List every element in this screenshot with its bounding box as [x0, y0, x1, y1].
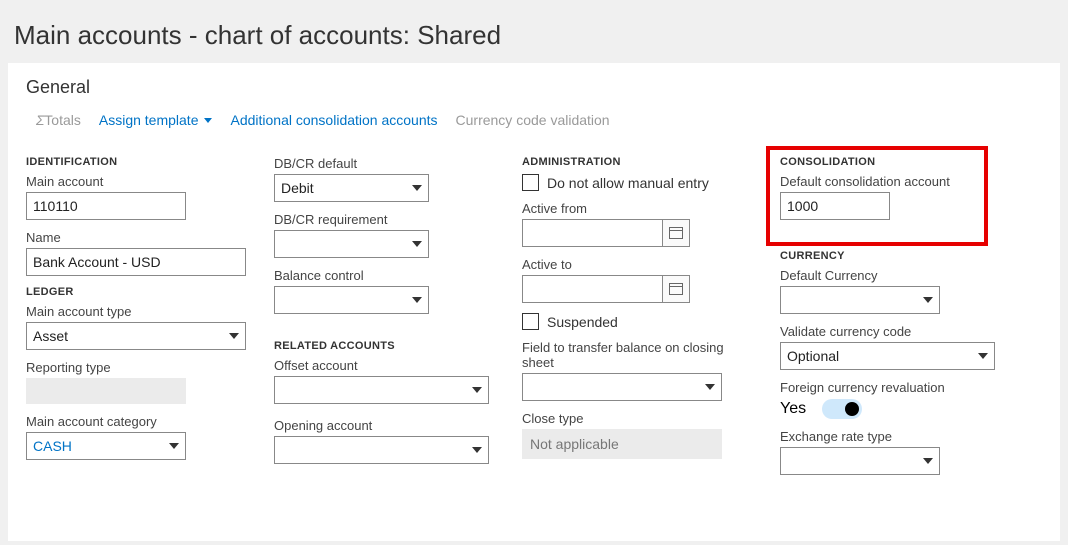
calendar-icon: [669, 227, 683, 239]
balance-control-select[interactable]: [274, 286, 429, 314]
suspended-label: Suspended: [547, 314, 618, 330]
chevron-down-icon: [169, 443, 179, 449]
foreign-currency-toggle[interactable]: [822, 399, 862, 419]
chevron-down-icon: [412, 185, 422, 191]
toggle-knob-icon: [845, 402, 859, 416]
dbcr-requirement-label: DB/CR requirement: [274, 212, 494, 227]
main-account-category-select[interactable]: CASH: [26, 432, 186, 460]
validate-currency-value: Optional: [787, 348, 972, 364]
reporting-type-label: Reporting type: [26, 360, 246, 375]
main-account-label: Main account: [26, 174, 246, 189]
balance-control-label: Balance control: [274, 268, 494, 283]
additional-consolidation-button[interactable]: Additional consolidation accounts: [230, 112, 437, 128]
chevron-down-icon: [472, 447, 482, 453]
validate-currency-select[interactable]: Optional: [780, 342, 995, 370]
default-currency-label: Default Currency: [780, 268, 1010, 283]
offset-account-select[interactable]: [274, 376, 489, 404]
assign-template-button[interactable]: Assign template: [99, 112, 213, 128]
active-to-input[interactable]: [522, 275, 662, 303]
currency-code-validation-button[interactable]: Currency code validation: [456, 112, 610, 128]
default-consolidation-label: Default consolidation account: [780, 174, 1010, 189]
active-to-calendar-button[interactable]: [662, 275, 690, 303]
close-type-label: Close type: [522, 411, 752, 426]
chevron-down-icon: [923, 458, 933, 464]
dbcr-default-label: DB/CR default: [274, 156, 494, 171]
dbcr-requirement-select[interactable]: [274, 230, 429, 258]
panel-title: General: [26, 77, 1042, 98]
reporting-type-readonly: [26, 378, 186, 404]
main-account-type-value: Asset: [33, 328, 223, 344]
dbcr-default-select[interactable]: Debit: [274, 174, 429, 202]
toolbar: Σ Totals Assign template Additional cons…: [26, 112, 1042, 128]
main-account-type-label: Main account type: [26, 304, 246, 319]
main-account-type-select[interactable]: Asset: [26, 322, 246, 350]
calendar-icon: [669, 283, 683, 295]
consolidation-heading: CONSOLIDATION: [780, 156, 1010, 168]
do-not-allow-label: Do not allow manual entry: [547, 175, 709, 191]
chevron-down-icon: [412, 297, 422, 303]
related-accounts-heading: RELATED ACCOUNTS: [274, 340, 494, 352]
main-account-category-label: Main account category: [26, 414, 246, 429]
chevron-down-icon: [705, 384, 715, 390]
name-input[interactable]: [26, 248, 246, 276]
active-to-label: Active to: [522, 257, 752, 272]
chevron-down-icon: [978, 353, 988, 359]
exchange-rate-type-label: Exchange rate type: [780, 429, 1010, 444]
active-from-input[interactable]: [522, 219, 662, 247]
offset-account-label: Offset account: [274, 358, 494, 373]
sigma-icon: Σ: [36, 112, 44, 128]
main-account-category-value: CASH: [33, 438, 163, 454]
close-type-display: Not applicable: [522, 429, 722, 459]
chevron-down-icon: [204, 118, 212, 123]
currency-heading: CURRENCY: [780, 250, 1010, 262]
default-consolidation-input[interactable]: [780, 192, 890, 220]
name-label: Name: [26, 230, 246, 245]
general-panel: General Σ Totals Assign template Additio…: [8, 63, 1060, 541]
validate-currency-label: Validate currency code: [780, 324, 1010, 339]
page-title: Main accounts - chart of accounts: Share…: [0, 0, 1068, 63]
active-from-label: Active from: [522, 201, 752, 216]
totals-button[interactable]: Σ Totals: [36, 112, 81, 128]
opening-account-select[interactable]: [274, 436, 489, 464]
field-transfer-select[interactable]: [522, 373, 722, 401]
identification-heading: IDENTIFICATION: [26, 156, 246, 168]
foreign-currency-value: Yes: [780, 400, 806, 418]
totals-label: Totals: [44, 112, 81, 128]
foreign-currency-label: Foreign currency revaluation: [780, 380, 1010, 395]
exchange-rate-type-select[interactable]: [780, 447, 940, 475]
do-not-allow-checkbox[interactable]: [522, 174, 539, 191]
chevron-down-icon: [229, 333, 239, 339]
assign-template-label: Assign template: [99, 112, 199, 128]
ledger-heading: LEDGER: [26, 286, 246, 298]
suspended-checkbox[interactable]: [522, 313, 539, 330]
dbcr-default-value: Debit: [281, 180, 406, 196]
default-currency-select[interactable]: [780, 286, 940, 314]
active-from-calendar-button[interactable]: [662, 219, 690, 247]
administration-heading: ADMINISTRATION: [522, 156, 752, 168]
chevron-down-icon: [412, 241, 422, 247]
chevron-down-icon: [472, 387, 482, 393]
chevron-down-icon: [923, 297, 933, 303]
opening-account-label: Opening account: [274, 418, 494, 433]
field-transfer-label: Field to transfer balance on closing she…: [522, 340, 752, 370]
main-account-input[interactable]: [26, 192, 186, 220]
